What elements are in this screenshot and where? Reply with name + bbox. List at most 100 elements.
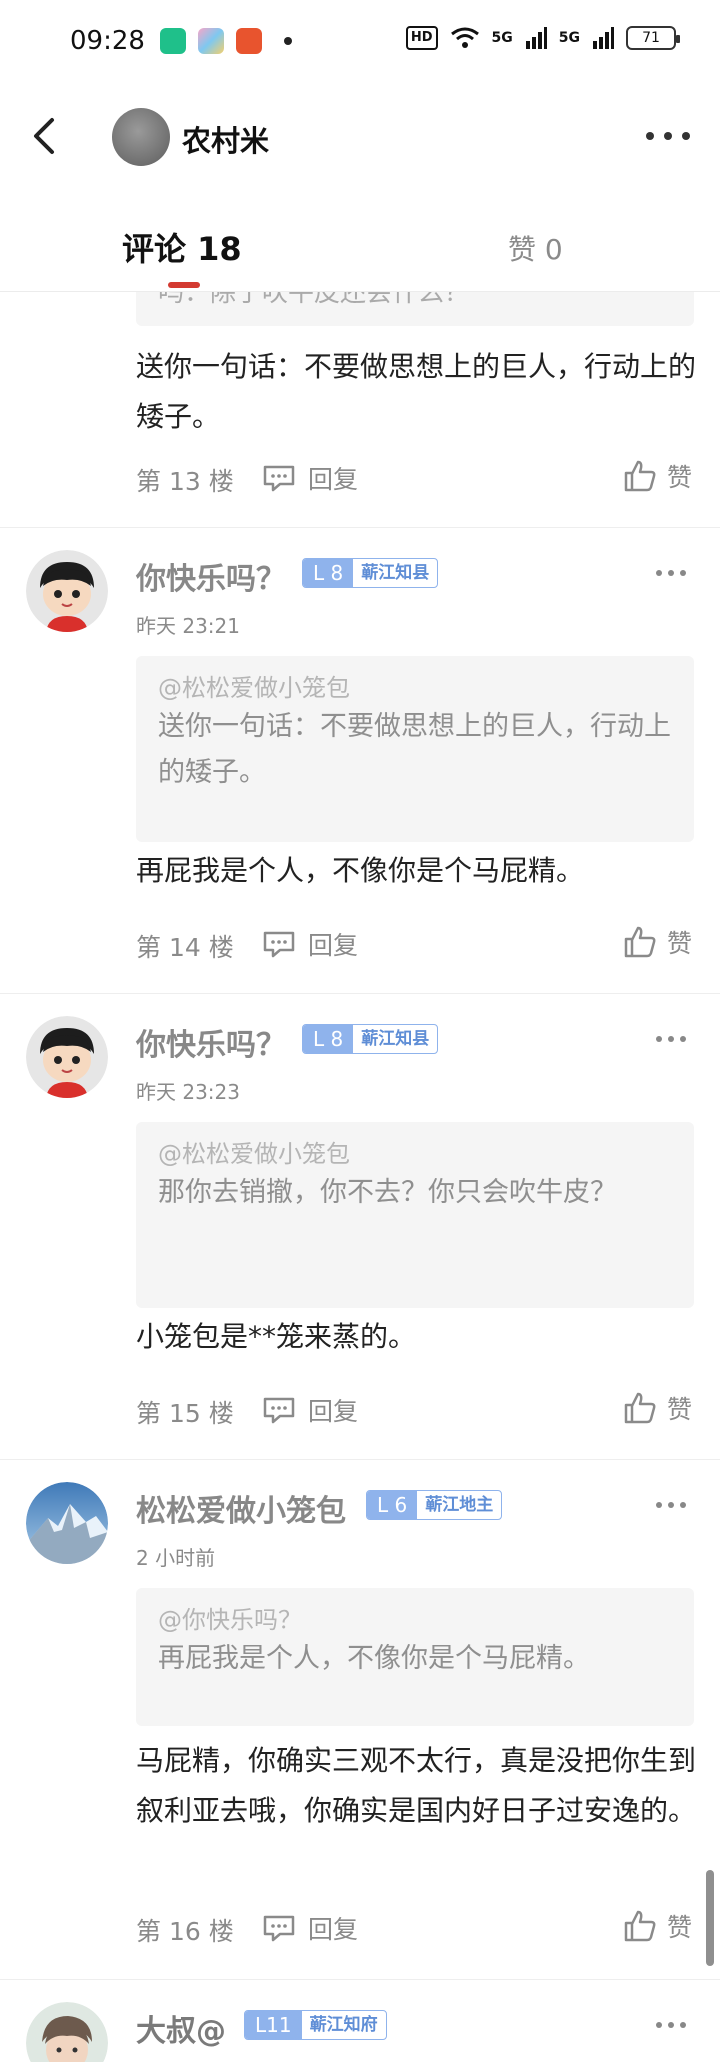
notification-icons (160, 28, 292, 54)
comment-time: 2 小时前 (136, 1546, 216, 1570)
thumbs-up-icon (624, 460, 656, 492)
reply-button[interactable]: 回复 (262, 1392, 358, 1428)
level-number: L11 (245, 2011, 302, 2039)
avatar[interactable] (26, 550, 108, 632)
avatar[interactable] (112, 108, 170, 166)
thumbs-up-icon (624, 1910, 656, 1942)
level-title: 蕲江知县 (361, 563, 430, 583)
quote-text: 那你去销撤，你不去？你只会吹牛皮？ (158, 1177, 617, 1208)
avatar[interactable] (26, 1482, 108, 1564)
floor-number: 第 13 楼 (136, 467, 234, 496)
tab-comments[interactable]: 评论 18 (122, 224, 242, 270)
dot-icon (656, 1036, 662, 1042)
comment-feed[interactable]: 吗：除了吹牛皮还会什么？ 送你一句话：不要做思想上的巨人，行动上的矮子。 第 1… (0, 292, 720, 2062)
floor-number: 第 15 楼 (136, 1399, 234, 1428)
like-button[interactable]: 赞 (623, 458, 692, 494)
level-number: L 6 (367, 1491, 418, 1519)
comment-icon (263, 1397, 295, 1424)
status-time: 09:28 (70, 26, 145, 56)
more-options-button[interactable] (646, 126, 690, 146)
level-title: 蕲江知县 (361, 1029, 430, 1049)
like-label: 赞 (666, 929, 692, 958)
dot-icon (668, 570, 674, 576)
reply-label: 回复 (308, 465, 359, 494)
app-notification-icon (198, 28, 224, 54)
signal-icon (593, 27, 614, 49)
comment-item: 大叔@ L11 蕲江知府 (0, 1980, 720, 2062)
dot-icon (680, 1036, 686, 1042)
hd-icon: HD (405, 26, 438, 50)
avatar[interactable] (26, 1016, 108, 1098)
dot-icon (680, 1502, 686, 1508)
dot-icon (668, 1502, 674, 1508)
comment-item: 松松爱做小笼包 L 6 蕲江地主 2 小时前 @你快乐吗？ 再屁我是个人，不像你… (0, 1460, 720, 1980)
dot-icon (682, 132, 690, 140)
quote-mention: @松松爱做小笼包 (158, 674, 350, 702)
active-tab-indicator (168, 282, 200, 288)
floor-number: 第 14 楼 (136, 933, 234, 962)
comment-more-button[interactable] (656, 1036, 686, 1044)
status-bar: 09:28 HD 5G 5G 71 (0, 0, 720, 84)
comment-text: 马屁精，你确实三观不太行，真是没把你生到叙利亚去哦，你确实是国内好日子过安逸的。 (136, 1744, 697, 1827)
quote-mention: @你快乐吗？ (158, 1606, 302, 1634)
comment-more-button[interactable] (656, 570, 686, 578)
system-indicators: HD 5G 5G 71 (405, 26, 680, 50)
comment-text: 再屁我是个人，不像你是个马屁精。 (136, 854, 585, 887)
signal-5g-label: 5G (558, 30, 580, 46)
comment-more-button[interactable] (656, 1502, 686, 1510)
app-notification-icon (236, 28, 262, 54)
dot-icon (656, 1502, 662, 1508)
back-button[interactable] (26, 114, 66, 158)
user-name[interactable]: 松松爱做小笼包 (136, 1486, 346, 1530)
user-name[interactable]: 你快乐吗？ (136, 1020, 286, 1064)
dot-icon (656, 570, 662, 576)
comment-time: 昨天 23:21 (136, 614, 240, 638)
comment-item: 你快乐吗？ L 8 蕲江知县 昨天 23:23 @松松爱做小笼包 那你去销撤，你… (0, 994, 720, 1460)
like-button[interactable]: 赞 (623, 1390, 692, 1426)
quote-text: 送你一句话：不要做思想上的巨人，行动上的矮子。 (158, 711, 671, 788)
scrollbar-thumb[interactable] (706, 1870, 714, 1966)
level-badge: L11 蕲江知府 (244, 2010, 387, 2040)
page-title[interactable]: 农村米 (182, 118, 269, 160)
comment-item: 你快乐吗？ L 8 蕲江知县 昨天 23:21 @松松爱做小笼包 送你一句话：不… (0, 528, 720, 994)
user-name[interactable]: 你快乐吗？ (136, 554, 286, 598)
comment-icon (263, 1915, 295, 1942)
quoted-comment[interactable]: @松松爱做小笼包 那你去销撤，你不去？你只会吹牛皮？ (136, 1122, 694, 1308)
reply-button[interactable]: 回复 (262, 926, 358, 962)
dot-icon (680, 2022, 686, 2028)
comment-more-button[interactable] (656, 2022, 686, 2030)
like-label: 赞 (666, 1913, 692, 1942)
like-label: 赞 (666, 463, 692, 492)
page-header: 农村米 (0, 96, 720, 180)
level-title: 蕲江知府 (309, 2015, 378, 2035)
level-number: L 8 (303, 1025, 354, 1053)
reply-label: 回复 (308, 931, 359, 960)
thumbs-up-icon (624, 926, 656, 958)
comment-item: 送你一句话：不要做思想上的巨人，行动上的矮子。 第 13 楼 回复 赞 (0, 292, 720, 528)
comment-icon (263, 931, 295, 958)
reply-button[interactable]: 回复 (262, 460, 358, 496)
avatar[interactable] (26, 2002, 108, 2062)
app-notification-icon (160, 28, 186, 54)
dot-icon (668, 1036, 674, 1042)
tab-likes[interactable]: 赞 0 (508, 228, 563, 268)
signal-icon (525, 27, 547, 49)
floor-number: 第 16 楼 (136, 1917, 234, 1946)
tab-bar: 评论 18 赞 0 (0, 204, 720, 292)
quoted-comment[interactable]: @你快乐吗？ 再屁我是个人，不像你是个马屁精。 (136, 1588, 694, 1726)
quote-mention: @松松爱做小笼包 (158, 1140, 350, 1168)
like-button[interactable]: 赞 (623, 1908, 692, 1944)
battery-icon: 71 (626, 26, 680, 50)
comment-icon (263, 465, 295, 492)
level-title: 蕲江地主 (425, 1495, 494, 1515)
like-button[interactable]: 赞 (623, 924, 692, 960)
user-name[interactable]: 大叔@ (136, 2006, 226, 2050)
dot-icon (668, 2022, 674, 2028)
dot-icon (646, 132, 654, 140)
dot-icon (656, 2022, 662, 2028)
dot-icon (680, 570, 686, 576)
reply-button[interactable]: 回复 (262, 1910, 358, 1946)
quoted-comment[interactable]: @松松爱做小笼包 送你一句话：不要做思想上的巨人，行动上的矮子。 (136, 656, 694, 842)
wifi-icon (450, 27, 479, 48)
level-number: L 8 (303, 559, 354, 587)
